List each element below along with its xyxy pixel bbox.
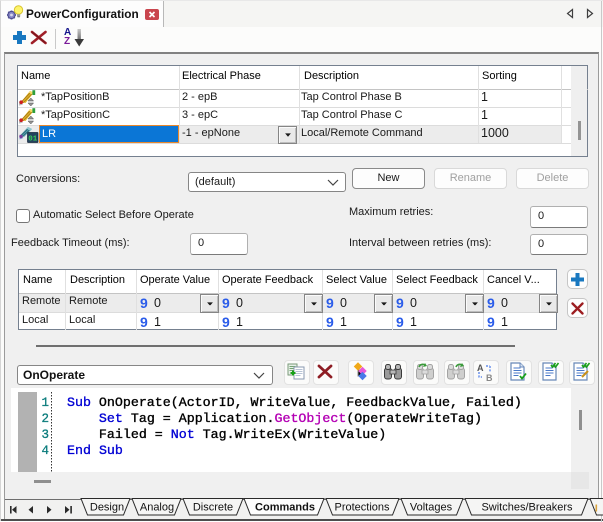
svg-text:Commands: Commands bbox=[255, 502, 315, 514]
svg-text:Protections: Protections bbox=[334, 502, 390, 514]
svg-text:Design: Design bbox=[90, 502, 124, 514]
svg-text:Switches/Breakers: Switches/Breakers bbox=[481, 502, 573, 514]
svg-text:A: A bbox=[477, 363, 484, 373]
svg-text:Voltages: Voltages bbox=[410, 502, 453, 514]
svg-text:B: B bbox=[486, 373, 493, 382]
svg-text:Discrete: Discrete bbox=[193, 502, 233, 514]
svg-text:Analog: Analog bbox=[140, 502, 174, 514]
